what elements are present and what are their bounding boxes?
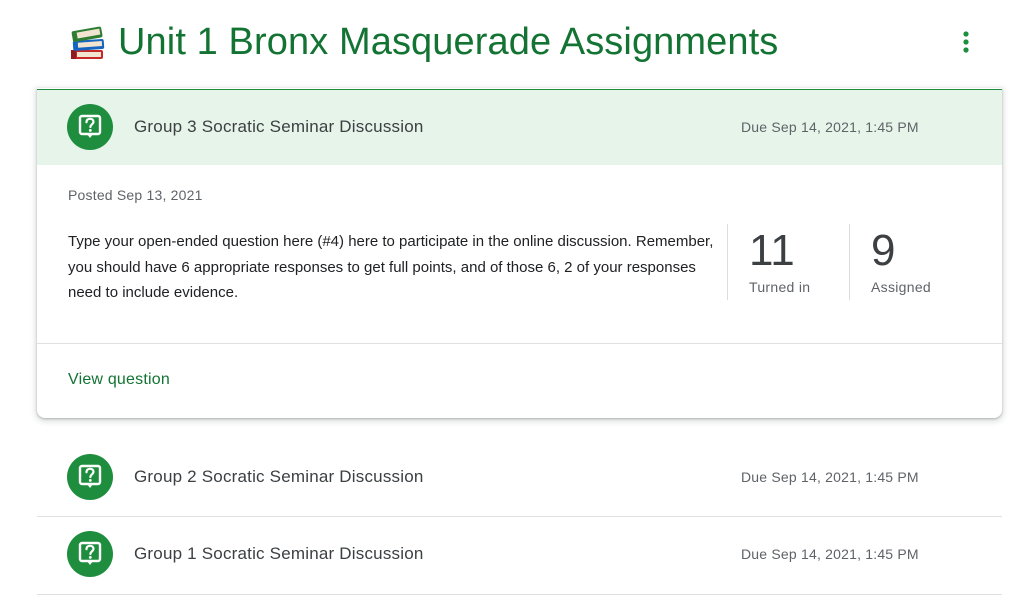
turned-in-count: 11 xyxy=(749,226,795,275)
assigned-count: 9 xyxy=(871,226,896,275)
card-divider xyxy=(37,343,1002,344)
topic-header: Unit 1 Bronx Masquerade Assignments xyxy=(68,14,778,70)
more-options-button[interactable] xyxy=(948,24,984,60)
assignment-details: Posted Sep 13, 2021 Type your open-ended… xyxy=(37,165,1002,343)
question-icon xyxy=(67,454,113,500)
turned-in-stat[interactable]: 11 Turned in xyxy=(749,225,810,295)
stat-divider xyxy=(849,224,850,300)
due-date: Due Sep 14, 2021, 1:45 PM xyxy=(741,119,919,135)
expanded-assignment-card: Group 3 Socratic Seminar Discussion Due … xyxy=(37,88,1002,418)
view-question-link[interactable]: View question xyxy=(68,371,170,389)
assigned-stat[interactable]: 9 Assigned xyxy=(871,225,931,295)
due-date: Due Sep 14, 2021, 1:45 PM xyxy=(741,546,919,562)
more-vert-icon xyxy=(963,31,969,53)
topic-title: Unit 1 Bronx Masquerade Assignments xyxy=(118,20,779,63)
question-icon xyxy=(67,104,113,150)
assignment-title: Group 2 Socratic Seminar Discussion xyxy=(134,467,424,486)
assignment-instructions: Type your open-ended question here (#4) … xyxy=(68,233,714,301)
due-date: Due Sep 14, 2021, 1:45 PM xyxy=(741,469,919,485)
row-divider xyxy=(37,594,1002,595)
posted-date: Posted Sep 13, 2021 xyxy=(68,187,203,203)
assigned-label: Assigned xyxy=(871,279,931,295)
assignment-title: Group 3 Socratic Seminar Discussion xyxy=(134,117,424,136)
books-icon xyxy=(71,26,105,59)
question-icon xyxy=(67,531,113,577)
assignment-row-group-2[interactable]: Group 2 Socratic Seminar Discussion Due … xyxy=(37,438,1002,516)
assignment-row-group-1[interactable]: Group 1 Socratic Seminar Discussion Due … xyxy=(37,517,1002,595)
assignment-title: Group 1 Socratic Seminar Discussion xyxy=(134,544,424,563)
turned-in-label: Turned in xyxy=(749,279,811,295)
assignment-header-group-3[interactable]: Group 3 Socratic Seminar Discussion Due … xyxy=(37,89,1002,165)
classwork-page: Unit 1 Bronx Masquerade Assignments Grou… xyxy=(0,0,1024,603)
stat-divider xyxy=(727,224,728,300)
